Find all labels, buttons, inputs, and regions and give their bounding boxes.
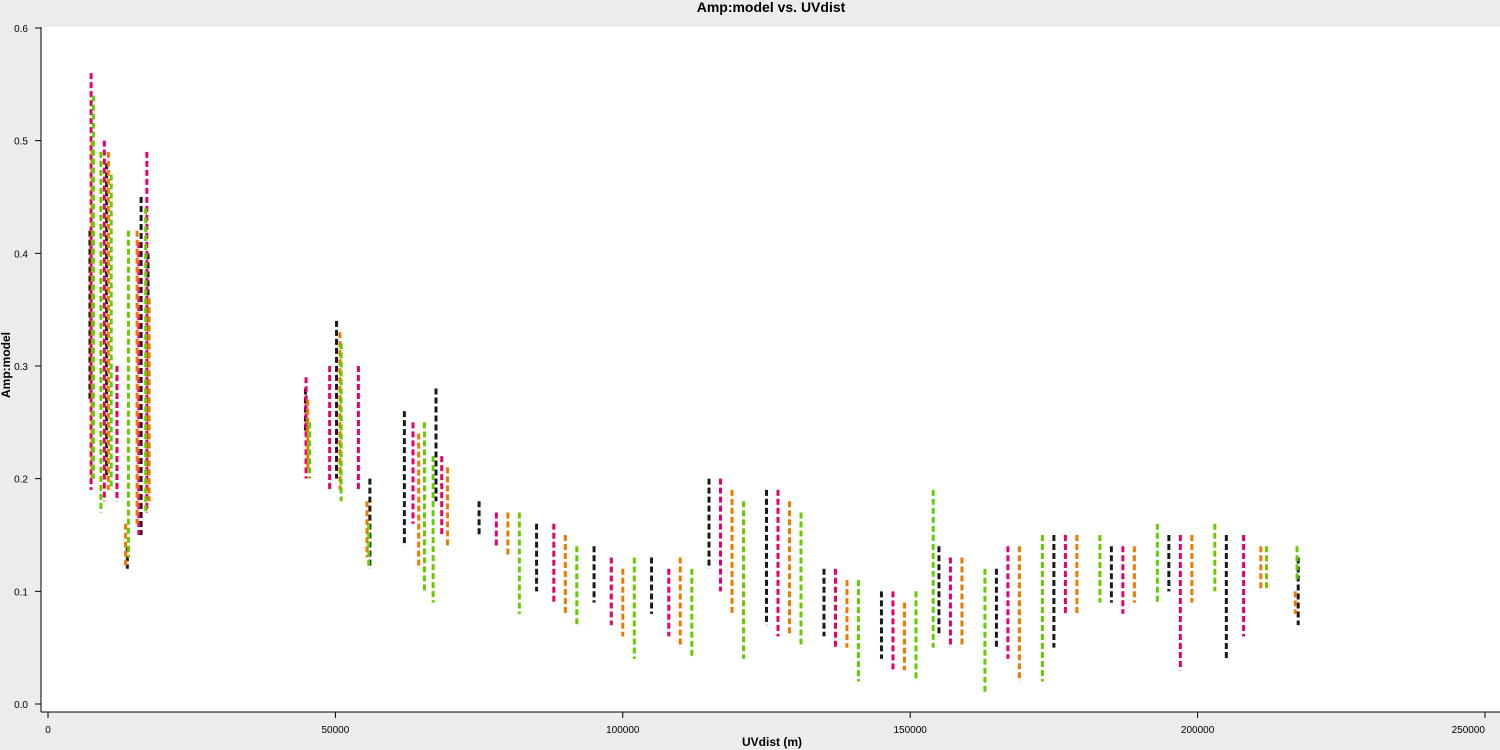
x-tick-label: 50000 (321, 725, 349, 736)
x-axis-ticks: 0 50000 100000 150000 200000 250000 (45, 712, 1486, 736)
y-axis-ticks: 0.0 0.1 0.2 0.3 0.4 0.5 0.6 (14, 24, 41, 711)
x-tick-label: 150000 (894, 725, 928, 736)
x-tick-label: 250000 (1452, 725, 1486, 736)
y-tick-label: 0.1 (14, 587, 28, 598)
x-axis-title: UVdist (m) (742, 735, 802, 749)
x-tick-label: 100000 (606, 725, 640, 736)
y-axis-title: Amp:model (0, 332, 13, 398)
y-tick-label: 0.4 (14, 249, 28, 260)
y-tick-label: 0.2 (14, 475, 28, 486)
y-tick-label: 0.5 (14, 137, 28, 148)
y-tick-label: 0.0 (14, 700, 28, 711)
plot-area (41, 27, 1500, 712)
x-tick-label: 200000 (1181, 725, 1215, 736)
x-tick-label: 0 (45, 725, 51, 736)
chart-title: Amp:model vs. UVdist (697, 0, 846, 15)
amp-vs-uvdist-chart: 0.0 0.1 0.2 0.3 0.4 0.5 0.6 0 50000 100000 150000… (0, 0, 1500, 749)
y-tick-label: 0.6 (14, 24, 28, 35)
y-tick-label: 0.3 (14, 362, 28, 373)
